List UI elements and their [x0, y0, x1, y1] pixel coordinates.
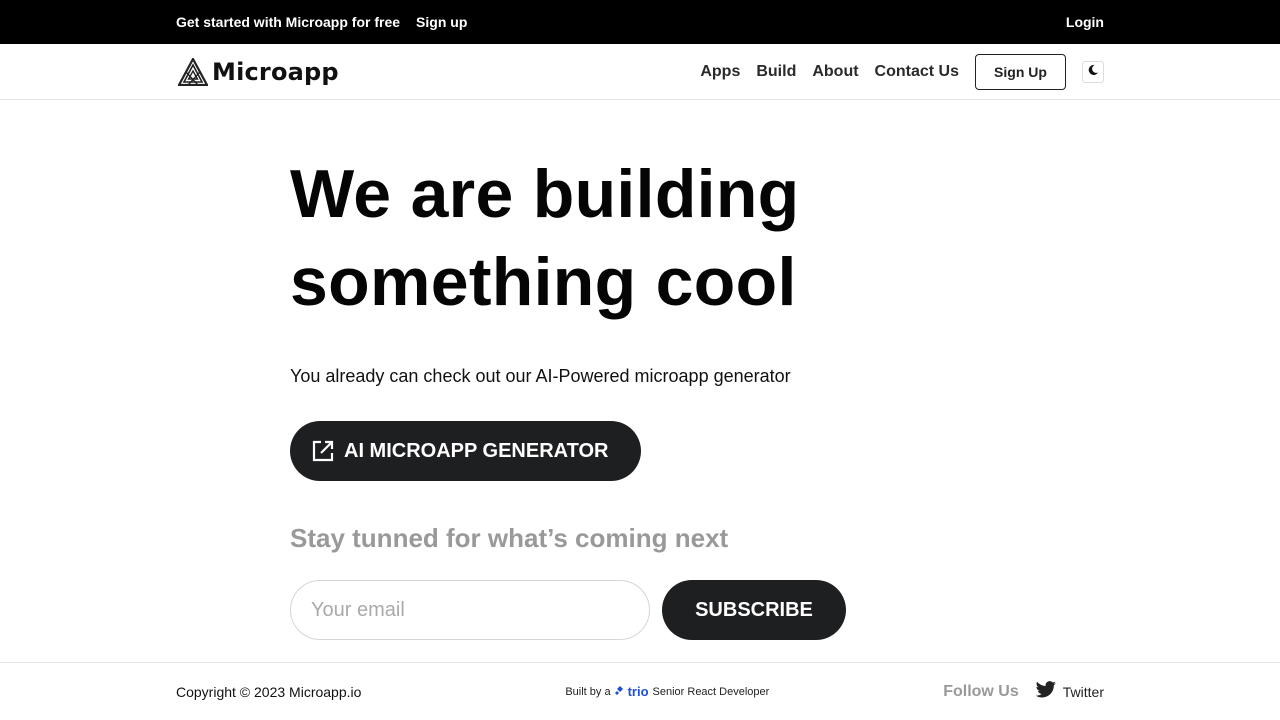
hero-title-line-2: something cool: [290, 244, 797, 320]
brand-name: Microapp: [212, 57, 339, 86]
social-links: Follow Us Twitter: [943, 681, 1104, 702]
copyright-text: Copyright © 2023 Microapp.io: [176, 683, 362, 700]
twitter-label: Twitter: [1062, 683, 1104, 700]
nav-link-apps[interactable]: Apps: [700, 63, 740, 81]
hero-section: We are building something cool You alrea…: [0, 100, 1280, 640]
main-navbar: Microapp Apps Build About Contact Us Sig…: [0, 44, 1280, 100]
theme-toggle-button[interactable]: [1082, 60, 1104, 83]
generator-button-label: AI MICROAPP GENERATOR: [344, 439, 609, 462]
topbar-signup-link[interactable]: Sign up: [416, 14, 467, 30]
nav-menu: Apps Build About Contact Us Sign Up: [700, 53, 1104, 90]
email-input[interactable]: [290, 580, 650, 640]
built-by-suffix: Senior React Developer: [652, 685, 770, 698]
nav-link-about[interactable]: About: [812, 63, 858, 81]
footer: Copyright © 2023 Microapp.io Built by a …: [0, 662, 1280, 720]
nav-link-build[interactable]: Build: [756, 63, 796, 81]
hero-subtitle: You already can check out our AI-Powered…: [290, 366, 791, 386]
moon-icon: [1087, 63, 1099, 81]
trio-logo-icon: [614, 684, 626, 699]
promo-text: Get started with Microapp for free: [176, 14, 401, 30]
announcement-bar: Get started with Microapp for free Sign …: [0, 0, 1280, 44]
trio-brand-name: trio: [627, 684, 649, 699]
subscribe-button[interactable]: SUBSCRIBE: [662, 580, 846, 640]
ai-microapp-generator-button[interactable]: AI MICROAPP GENERATOR: [290, 421, 641, 481]
built-by-prefix: Built by a: [565, 685, 611, 698]
trio-link[interactable]: trio: [614, 684, 649, 699]
newsletter-heading: Stay tunned for what’s coming next: [290, 523, 729, 553]
newsletter-form: SUBSCRIBE: [290, 580, 1280, 640]
nav-link-contact-us[interactable]: Contact Us: [875, 63, 959, 81]
twitter-link[interactable]: Twitter: [1035, 681, 1104, 702]
built-by-credit: Built by a trio Senior React Developer: [565, 684, 769, 699]
nav-signup-button[interactable]: Sign Up: [975, 53, 1066, 90]
microapp-logo-icon: [178, 57, 208, 86]
external-link-icon: [312, 440, 334, 462]
topbar-login-link[interactable]: Login: [1066, 14, 1104, 30]
hero-title-line-1: We are building: [290, 156, 800, 232]
brand-logo-link[interactable]: Microapp: [178, 57, 339, 86]
hero-title: We are building something cool: [290, 150, 1280, 326]
follow-us-label: Follow Us: [943, 682, 1019, 700]
twitter-icon: [1035, 681, 1057, 702]
announcement-left: Get started with Microapp for free Sign …: [176, 14, 467, 30]
